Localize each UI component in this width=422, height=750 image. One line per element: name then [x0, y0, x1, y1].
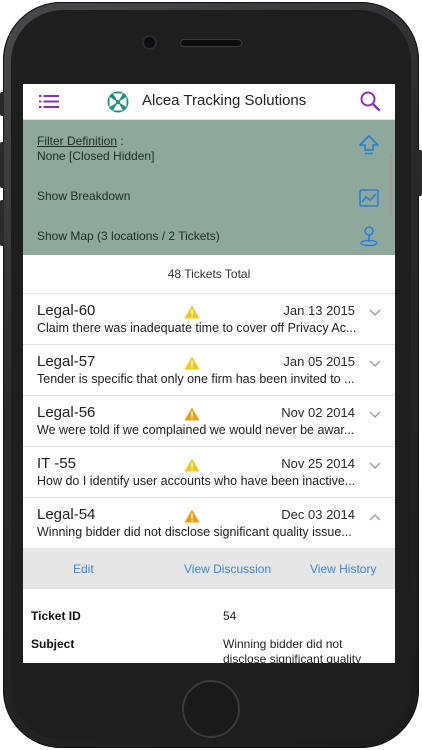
tickets-total: 48 Tickets Total	[23, 255, 395, 294]
app-header: Alcea Tracking Solutions	[23, 84, 395, 120]
app-screen: Alcea Tracking Solutions Filter Definiti…	[23, 84, 395, 663]
chevron-down-icon[interactable]	[369, 309, 381, 317]
ticket-description: How do I identify user accounts who have…	[37, 474, 356, 488]
ticket-id: Legal-54	[37, 506, 96, 523]
warning-icon	[184, 407, 200, 421]
warning-icon	[184, 356, 200, 370]
app-title: Alcea Tracking Solutions	[142, 92, 307, 109]
warning-icon	[184, 509, 200, 523]
ticket-date: Nov 02 2014	[281, 405, 355, 420]
ticket-id-label: Ticket ID	[31, 609, 81, 623]
earpiece-speaker	[181, 40, 241, 46]
ticket-id: IT -55	[37, 455, 76, 472]
upload-arrow-icon[interactable]	[357, 133, 381, 157]
ticket-date: Jan 13 2015	[283, 303, 355, 318]
ticket-id: Legal-56	[37, 404, 96, 421]
app-logo-icon	[107, 91, 129, 113]
ticket-row[interactable]: Legal-57 Jan 05 2015 Tender is specific th…	[23, 345, 395, 396]
mute-switch	[0, 92, 4, 116]
subject-value: Winning bidder did not disclose signific…	[223, 637, 362, 663]
ticket-row[interactable]: IT -55 Nov 25 2014 How do I identify user …	[23, 447, 395, 498]
ticket-description: Claim there was inadequate time to cover…	[37, 321, 357, 335]
front-camera	[144, 37, 155, 48]
ticket-date: Nov 25 2014	[281, 456, 355, 471]
chevron-down-icon[interactable]	[369, 462, 381, 470]
volume-down-button	[0, 200, 4, 246]
search-icon[interactable]	[359, 90, 381, 112]
show-breakdown-row[interactable]: Show Breakdown	[37, 189, 130, 203]
map-pin-icon[interactable]	[357, 224, 381, 248]
ticket-date: Dec 03 2014	[281, 507, 355, 522]
chart-image-icon[interactable]	[357, 186, 381, 210]
warning-icon	[184, 458, 200, 472]
volume-up-button	[0, 142, 4, 188]
ticket-id-value: 54	[223, 609, 237, 623]
chevron-down-icon[interactable]	[369, 360, 381, 368]
ticket-actions-bar: Edit View Discussion View History	[23, 549, 395, 589]
subject-label: Subject	[31, 637, 75, 651]
ticket-row[interactable]: Legal-56 Nov 02 2014 We were told if we co…	[23, 396, 395, 447]
warning-icon	[184, 305, 200, 319]
show-map-row[interactable]: Show Map (3 locations / 2 Tickets)	[37, 229, 220, 243]
filter-definition-row[interactable]: Filter Definition :	[37, 134, 124, 148]
power-button	[418, 150, 422, 196]
filter-definition-label[interactable]: Filter Definition	[37, 134, 117, 148]
chevron-down-icon[interactable]	[369, 411, 381, 419]
filter-value: None [Closed Hidden]	[37, 149, 155, 163]
filter-colon: :	[117, 134, 124, 148]
ticket-description: Winning bidder did not disclose signific…	[37, 525, 352, 539]
ticket-id: Legal-57	[37, 353, 96, 370]
ticket-row[interactable]: Legal-60 Jan 13 2015 Claim there was inade…	[23, 294, 395, 345]
filter-panel: Filter Definition : None [Closed Hidden]…	[23, 120, 395, 255]
edit-button[interactable]: Edit	[73, 562, 94, 576]
chevron-up-icon[interactable]	[369, 513, 381, 521]
ticket-description: We were told if we complained we would n…	[37, 423, 355, 437]
ticket-id: Legal-60	[37, 302, 96, 319]
ticket-row[interactable]: Legal-54 Dec 03 2014 Winning bidder did no…	[23, 498, 395, 549]
scroll-indicator[interactable]	[389, 154, 392, 216]
ticket-list: Legal-60 Jan 13 2015 Claim there was inade…	[23, 294, 395, 549]
ticket-description: Tender is specific that only one firm ha…	[37, 372, 355, 386]
view-history-button[interactable]: View History	[310, 562, 376, 576]
ticket-date: Jan 05 2015	[283, 354, 355, 369]
home-button[interactable]	[182, 680, 240, 738]
view-discussion-button[interactable]: View Discussion	[184, 562, 271, 576]
menu-list-icon[interactable]	[39, 94, 59, 109]
